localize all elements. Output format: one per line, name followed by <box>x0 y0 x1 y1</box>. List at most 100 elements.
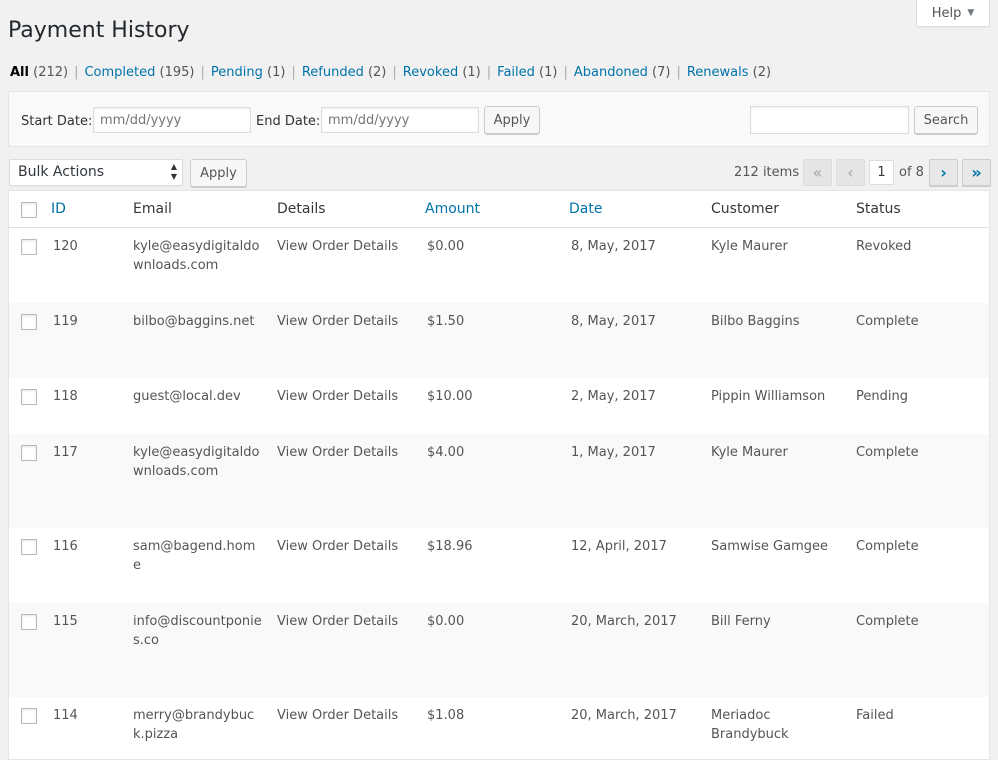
table-row: 115 info@discountponies.co View Order De… <box>9 603 989 697</box>
row-checkbox[interactable] <box>21 708 37 724</box>
row-id: 117 <box>53 445 78 460</box>
search-input[interactable] <box>750 106 909 134</box>
view-order-details-link[interactable]: View Order Details <box>277 706 398 725</box>
row-id: 119 <box>53 314 78 329</box>
row-date: 20, March, 2017 <box>571 708 677 723</box>
column-details: Details <box>277 201 326 217</box>
view-order-details-link[interactable]: View Order Details <box>277 443 398 462</box>
customer-link[interactable]: Bilbo Baggins <box>711 312 841 331</box>
table-row: 119 bilbo@baggins.net View Order Details… <box>9 303 989 378</box>
row-email: kyle@easydigitaldownloads.com <box>133 239 260 273</box>
filter-all[interactable]: All (212) <box>10 65 68 80</box>
table-row: 118 guest@local.dev View Order Details $… <box>9 378 989 434</box>
help-tab[interactable]: Help ▼ <box>916 0 990 27</box>
separator: | <box>563 65 568 80</box>
view-order-details-link[interactable]: View Order Details <box>277 387 398 406</box>
row-status: Complete <box>856 314 919 329</box>
filter-renewals-count: (2) <box>752 65 772 80</box>
row-email: kyle@easydigitaldownloads.com <box>133 445 260 479</box>
last-page-button[interactable]: » <box>962 159 991 186</box>
column-id[interactable]: ID <box>51 201 66 217</box>
row-email: info@discountponies.co <box>133 614 262 648</box>
table-header: ID Email Details Amount Date Customer St… <box>9 191 989 228</box>
row-date: 2, May, 2017 <box>571 389 656 404</box>
customer-link[interactable]: Meriadoc Brandybuck <box>711 706 811 744</box>
row-id: 115 <box>53 614 78 629</box>
bulk-apply-button[interactable]: Apply <box>190 159 247 187</box>
row-status: Revoked <box>856 239 912 254</box>
column-email: Email <box>133 201 172 217</box>
customer-link[interactable]: Kyle Maurer <box>711 443 841 462</box>
filter-renewals[interactable]: Renewals (2) <box>687 65 771 80</box>
filter-failed[interactable]: Failed (1) <box>497 65 557 80</box>
row-status: Complete <box>856 614 919 629</box>
row-amount: $1.08 <box>427 708 465 723</box>
table-row: 117 kyle@easydigitaldownloads.com View O… <box>9 434 989 528</box>
table-row: 116 sam@bagend.home View Order Details $… <box>9 528 989 603</box>
column-date[interactable]: Date <box>569 201 602 217</box>
filter-all-label: All <box>10 65 29 80</box>
separator: | <box>200 65 205 80</box>
row-date: 8, May, 2017 <box>571 239 656 254</box>
row-status: Complete <box>856 445 919 460</box>
current-page-input[interactable] <box>869 160 894 185</box>
customer-link[interactable]: Kyle Maurer <box>711 237 841 256</box>
filter-failed-count: (1) <box>539 65 558 80</box>
row-status: Complete <box>856 539 919 554</box>
row-amount: $0.00 <box>427 239 465 254</box>
view-order-details-link[interactable]: View Order Details <box>277 537 398 556</box>
status-filter-list: All (212) | Completed (195) | Pending (1… <box>10 65 771 80</box>
row-email: merry@brandybuck.pizza <box>133 708 255 742</box>
filter-completed-count: (195) <box>159 65 195 80</box>
separator: | <box>676 65 681 80</box>
view-order-details-link[interactable]: View Order Details <box>277 312 398 331</box>
bulk-actions-select[interactable]: Bulk Actions ▲ ▼ <box>9 159 183 186</box>
page-title: Payment History <box>8 18 190 43</box>
view-order-details-link[interactable]: View Order Details <box>277 237 398 256</box>
filter-pending-label: Pending <box>210 65 263 80</box>
separator: | <box>392 65 397 80</box>
prev-page-button[interactable]: ‹ <box>836 159 865 186</box>
customer-link[interactable]: Samwise Gamgee <box>711 537 851 556</box>
total-pages: of 8 <box>899 165 924 180</box>
customer-link[interactable]: Pippin Williamson <box>711 387 851 406</box>
row-checkbox[interactable] <box>21 239 37 255</box>
first-page-button[interactable]: « <box>803 159 832 186</box>
row-amount: $1.50 <box>427 314 465 329</box>
row-id: 114 <box>53 708 78 723</box>
filter-abandoned-count: (7) <box>652 65 671 80</box>
row-checkbox[interactable] <box>21 614 37 630</box>
row-date: 12, April, 2017 <box>571 539 667 554</box>
start-date-input[interactable] <box>93 107 251 133</box>
select-all-checkbox[interactable] <box>21 202 37 218</box>
end-date-label: End Date: <box>256 114 321 129</box>
filter-completed-label: Completed <box>84 65 156 80</box>
row-amount: $4.00 <box>427 445 465 460</box>
row-checkbox[interactable] <box>21 539 37 555</box>
filter-revoked[interactable]: Revoked (1) <box>403 65 481 80</box>
customer-link[interactable]: Bill Ferny <box>711 612 841 631</box>
row-amount: $10.00 <box>427 389 473 404</box>
row-status: Failed <box>856 708 894 723</box>
row-checkbox[interactable] <box>21 314 37 330</box>
end-date-input[interactable] <box>321 107 479 133</box>
filter-completed[interactable]: Completed (195) <box>84 65 194 80</box>
filter-renewals-label: Renewals <box>686 65 749 80</box>
filter-failed-label: Failed <box>497 65 535 80</box>
column-amount[interactable]: Amount <box>425 201 480 217</box>
row-checkbox[interactable] <box>21 389 37 405</box>
date-apply-button[interactable]: Apply <box>484 106 540 134</box>
view-order-details-link[interactable]: View Order Details <box>277 612 398 631</box>
filter-pending[interactable]: Pending (1) <box>211 65 286 80</box>
filter-abandoned[interactable]: Abandoned (7) <box>574 65 671 80</box>
next-page-button[interactable]: › <box>929 159 958 186</box>
column-customer: Customer <box>711 201 780 217</box>
row-amount: $0.00 <box>427 614 465 629</box>
search-button[interactable]: Search <box>914 106 978 134</box>
filter-abandoned-label: Abandoned <box>573 65 648 80</box>
select-arrows-icon: ▲ ▼ <box>170 162 177 181</box>
row-status: Pending <box>856 389 908 404</box>
row-date: 8, May, 2017 <box>571 314 656 329</box>
row-checkbox[interactable] <box>21 445 37 461</box>
filter-refunded[interactable]: Refunded (2) <box>302 65 387 80</box>
